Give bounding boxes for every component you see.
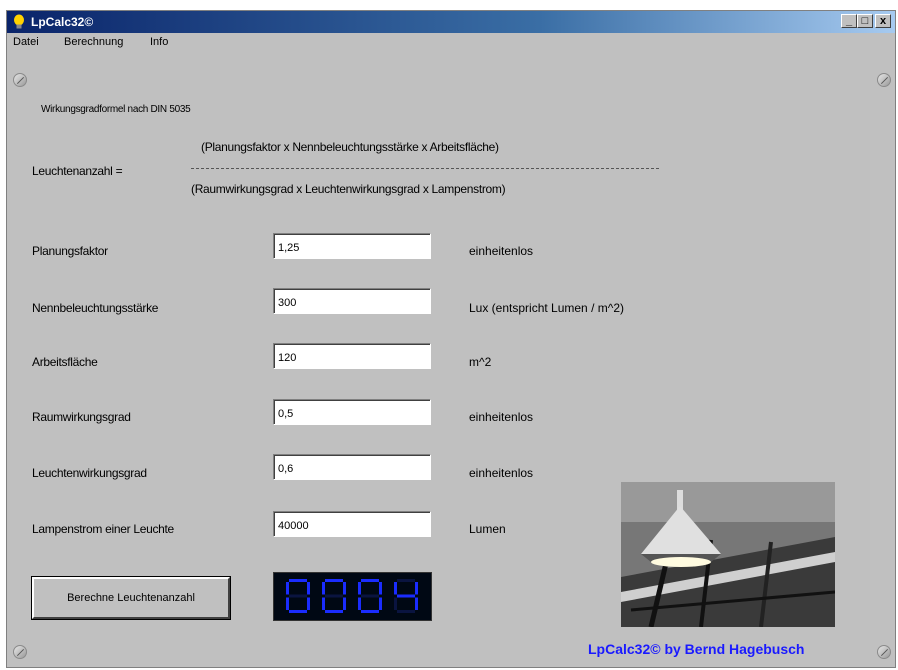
credit-label: LpCalc32© by Bernd Hagebusch xyxy=(588,641,805,657)
formula-lhs: Leuchtenanzahl = xyxy=(32,164,123,178)
segment-1-a xyxy=(325,579,343,582)
segment-0-g xyxy=(289,594,307,598)
segment-1-f xyxy=(322,582,325,595)
menu-datei[interactable]: Datei xyxy=(13,36,39,48)
maximize-button[interactable]: □ xyxy=(857,14,873,28)
unit-nennbeleuchtungsstaerke: Lux (entspricht Lumen / m^2) xyxy=(469,301,625,315)
fraction-line xyxy=(191,168,659,169)
segment-2-d xyxy=(361,610,379,613)
segment-3-c xyxy=(415,597,418,610)
segment-2-c xyxy=(379,597,382,610)
input-leuchtenwirkungsgrad[interactable] xyxy=(273,454,431,480)
segment-3-b xyxy=(415,582,418,595)
unit-leuchtenwirkungsgrad: einheitenlos xyxy=(469,466,534,480)
screw-bottom-right-icon xyxy=(877,645,891,659)
calculate-button[interactable]: Berechne Leuchtenanzahl xyxy=(32,577,230,619)
formula-heading: Wirkungsgradformel nach DIN 5035 xyxy=(41,104,191,115)
label-raumwirkungsgrad: Raumwirkungsgrad xyxy=(32,410,131,424)
segment-1-c xyxy=(343,597,346,610)
lightbulb-icon xyxy=(14,14,24,29)
input-lampenstrom[interactable] xyxy=(273,511,431,537)
app-window: LpCalc32© _ □ x Datei Berechnung Info Wi… xyxy=(6,10,896,668)
segment-1-b xyxy=(343,582,346,595)
menu-info[interactable]: Info xyxy=(150,36,168,48)
window-title: LpCalc32© xyxy=(31,15,94,29)
formula-denominator: (Raumwirkungsgrad x Leuchtenwirkungsgrad… xyxy=(191,182,506,196)
segment-0-e xyxy=(286,597,289,610)
segment-0-c xyxy=(307,597,310,610)
segment-3-a xyxy=(397,579,415,582)
label-leuchtenwirkungsgrad: Leuchtenwirkungsgrad xyxy=(32,466,147,480)
title-bar[interactable]: LpCalc32© _ □ x xyxy=(7,11,895,33)
lamp-photo xyxy=(621,482,835,627)
screw-bottom-left-icon xyxy=(13,645,27,659)
segment-3-g xyxy=(397,594,415,598)
segment-3-d xyxy=(397,610,415,613)
segment-2-g xyxy=(361,594,379,598)
segment-1-g xyxy=(325,594,343,598)
seven-segment-digits xyxy=(286,579,418,613)
segment-0-f xyxy=(286,582,289,595)
close-button[interactable]: x xyxy=(875,14,891,28)
input-raumwirkungsgrad[interactable] xyxy=(273,399,431,425)
segment-0-b xyxy=(307,582,310,595)
segment-1-e xyxy=(322,597,325,610)
formula-numerator: (Planungsfaktor x Nennbeleuchtungsstärke… xyxy=(201,140,499,154)
segment-2-a xyxy=(361,579,379,582)
unit-raumwirkungsgrad: einheitenlos xyxy=(469,410,534,424)
screw-top-right-icon xyxy=(877,73,891,87)
menu-berechnung[interactable]: Berechnung xyxy=(64,36,123,48)
segment-0-d xyxy=(289,610,307,613)
segment-2-f xyxy=(358,582,361,595)
minimize-button[interactable]: _ xyxy=(841,14,857,28)
input-planungsfaktor[interactable] xyxy=(273,233,431,259)
menu-bar: Datei Berechnung Info xyxy=(7,33,895,53)
input-arbeitsflaeche[interactable] xyxy=(273,343,431,369)
segment-0-a xyxy=(289,579,307,582)
segment-2-b xyxy=(379,582,382,595)
input-nennbeleuchtungsstaerke[interactable] xyxy=(273,288,431,314)
unit-planungsfaktor: einheitenlos xyxy=(469,244,534,258)
label-nennbeleuchtungsstaerke: Nennbeleuchtungsstärke xyxy=(32,301,159,315)
segment-2-e xyxy=(358,597,361,610)
unit-arbeitsflaeche: m^2 xyxy=(469,355,492,369)
segment-3-f xyxy=(394,582,397,595)
screw-top-left-icon xyxy=(13,73,27,87)
segment-3-e xyxy=(394,597,397,610)
label-lampenstrom: Lampenstrom einer Leuchte xyxy=(32,522,174,536)
segment-1-d xyxy=(325,610,343,613)
label-arbeitsflaeche: Arbeitsfläche xyxy=(32,355,98,369)
label-planungsfaktor: Planungsfaktor xyxy=(32,244,108,258)
unit-lampenstrom: Lumen xyxy=(469,522,506,536)
result-display xyxy=(273,572,432,621)
